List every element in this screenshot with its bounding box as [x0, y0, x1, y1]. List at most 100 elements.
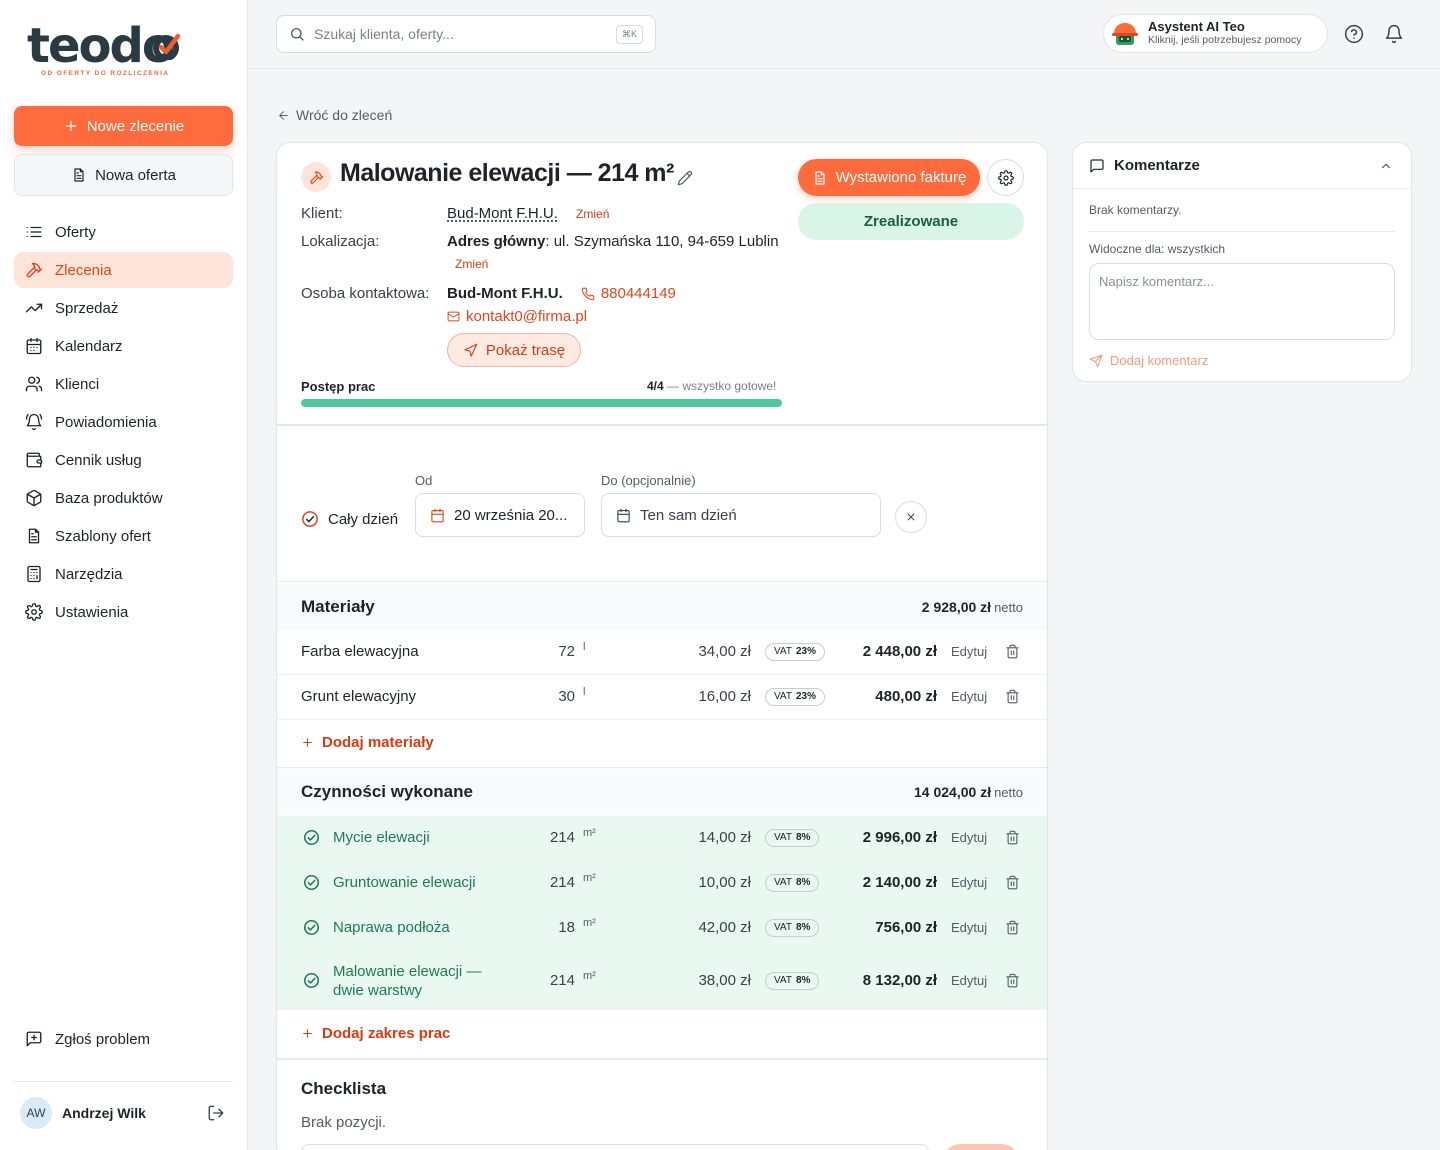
- client-name-link[interactable]: Bud-Mont F.H.U.: [447, 205, 558, 222]
- back-to-orders-link[interactable]: Wróć do zleceń: [277, 107, 392, 123]
- location-address: : ul. Szymańska 110, 94-659 Lublin: [545, 233, 779, 250]
- add-comment-button[interactable]: Dodaj komentarz: [1089, 353, 1208, 368]
- date-from-field[interactable]: 20 września 20...: [415, 493, 585, 537]
- sidebar-item-sales[interactable]: Sprzedaż: [14, 290, 233, 326]
- status-badge[interactable]: Zrealizowane: [798, 203, 1024, 240]
- trending-up-icon: [25, 303, 43, 313]
- show-route-button[interactable]: Pokaż trasę: [447, 333, 581, 367]
- sidebar-item-clients[interactable]: Klienci: [14, 366, 233, 402]
- table-row[interactable]: Malowanie elewacji — dwie warstwy 214 m²…: [277, 951, 1047, 1010]
- bell-icon[interactable]: [1384, 24, 1404, 44]
- item-name: Gruntowanie elewacji: [333, 874, 476, 891]
- logout-icon[interactable]: [207, 1104, 225, 1122]
- sidebar-item-templates[interactable]: Szablony ofert: [14, 518, 233, 554]
- edit-link[interactable]: Edytuj: [951, 689, 987, 704]
- works-total: 14 024,00 zł netto: [914, 784, 1023, 800]
- change-client-link[interactable]: Zmień: [576, 207, 609, 221]
- all-day-toggle[interactable]: Cały dzień: [301, 510, 398, 528]
- table-row[interactable]: Farba elewacyjna 72 l 34,00 zł VAT 23% 2 …: [277, 630, 1047, 675]
- report-problem-label: Zgłoś problem: [55, 1030, 151, 1048]
- checklist-add-button[interactable]: [941, 1144, 1021, 1150]
- sidebar-item-settings[interactable]: Ustawienia: [14, 594, 233, 630]
- new-order-label: Nowe zlecenie: [86, 117, 185, 135]
- check-circle-icon[interactable]: [303, 919, 320, 936]
- trash-icon[interactable]: [1005, 689, 1020, 704]
- edit-link[interactable]: Edytuj: [951, 875, 987, 890]
- avatar[interactable]: AW: [20, 1097, 52, 1129]
- sidebar-item-orders[interactable]: Zlecenia: [14, 252, 233, 288]
- table-row[interactable]: Gruntowanie elewacji 214 m² 10,00 zł VAT…: [277, 861, 1047, 906]
- gear-icon: [997, 169, 1014, 186]
- item-total: 480,00 zł: [875, 688, 937, 705]
- item-price: 16,00 zł: [698, 688, 751, 705]
- new-order-button[interactable]: Nowe zlecenie: [14, 106, 233, 146]
- mail-icon: [447, 311, 460, 322]
- sidebar-item-products[interactable]: Baza produktów: [14, 480, 233, 516]
- trash-icon[interactable]: [1005, 920, 1020, 935]
- sidebar-item-label: Baza produktów: [55, 489, 163, 507]
- comments-empty: Brak komentarzy.: [1089, 203, 1182, 217]
- sidebar-item-tools[interactable]: Narzędzia: [14, 556, 233, 592]
- item-unit: m²: [583, 917, 596, 929]
- table-row[interactable]: Grunt elewacyjny 30 l 16,00 zł VAT 23% 48…: [277, 675, 1047, 720]
- sidebar-item-label: Powiadomienia: [55, 413, 157, 431]
- item-qty: 30: [558, 688, 575, 705]
- comments-divider: [1073, 188, 1411, 189]
- table-row[interactable]: Mycie elewacji 214 m² 14,00 zł VAT 8% 2 9…: [277, 816, 1047, 861]
- sidebar-item-label: Zlecenia: [55, 261, 112, 279]
- comment-textarea[interactable]: Napisz komentarz...: [1089, 263, 1395, 340]
- sidebar-item-calendar[interactable]: Kalendarz: [14, 328, 233, 364]
- add-work-scope-button[interactable]: Dodaj zakres prac: [301, 1025, 450, 1042]
- new-offer-button[interactable]: Nowa oferta: [14, 154, 233, 196]
- clear-dates-button[interactable]: [895, 501, 927, 533]
- item-qty: 18: [558, 919, 575, 936]
- send-icon: [1089, 354, 1103, 367]
- plus-icon: [65, 120, 76, 132]
- contact-name: Bud-Mont F.H.U.: [447, 285, 563, 302]
- checklist-input[interactable]: [301, 1144, 929, 1150]
- sidebar-item-notifications[interactable]: Powiadomienia: [14, 404, 233, 440]
- materials-title: Materiały: [301, 597, 375, 616]
- comments-divider: [1089, 231, 1395, 232]
- order-settings-button[interactable]: [987, 159, 1024, 196]
- contact-phone-link[interactable]: 880444149: [601, 285, 676, 302]
- teodo-logo[interactable]: teodo OD OFERTY DO ROZLICZENIA: [27, 22, 181, 77]
- works-header: Czynności wykonane 14 024,00 zł netto: [277, 769, 1047, 815]
- edit-link[interactable]: Edytuj: [951, 644, 987, 659]
- invoice-label: Wystawiono fakturę: [835, 169, 967, 186]
- comments-header[interactable]: Komentarze: [1089, 157, 1200, 174]
- edit-link[interactable]: Edytuj: [951, 973, 987, 988]
- change-location-link[interactable]: Zmień: [455, 257, 488, 271]
- edit-link[interactable]: Edytuj: [951, 920, 987, 935]
- search-input[interactable]: Szukaj klienta, oferty... ⌘K: [276, 15, 656, 53]
- report-problem-button[interactable]: Zgłoś problem: [25, 1030, 150, 1048]
- progress-bar-fill: [301, 399, 782, 407]
- date-to-field[interactable]: Ten sam dzień: [601, 493, 881, 537]
- search-icon: [291, 28, 304, 41]
- sidebar-item-offers[interactable]: Oferty: [14, 214, 233, 250]
- edit-link[interactable]: Edytuj: [951, 830, 987, 845]
- contact-email-link[interactable]: kontakt0@firma.pl: [466, 308, 587, 325]
- vat-rate: 8%: [795, 832, 811, 843]
- trash-icon[interactable]: [1005, 830, 1020, 845]
- materials-total: 2 928,00 zł netto: [922, 599, 1023, 615]
- vat-rate: 8%: [795, 975, 811, 986]
- check-circle-icon[interactable]: [303, 972, 320, 989]
- table-row[interactable]: Naprawa podłoża 18 m² 42,00 zł VAT 8% 756…: [277, 906, 1047, 951]
- check-circle-icon: [302, 511, 318, 527]
- back-label: Wróć do zleceń: [296, 107, 393, 123]
- sidebar-item-label: Oferty: [55, 223, 96, 241]
- trash-icon[interactable]: [1005, 644, 1020, 659]
- trash-icon[interactable]: [1005, 875, 1020, 890]
- sidebar-item-pricing[interactable]: Cennik usług: [14, 442, 233, 478]
- progress-bar: [301, 399, 782, 407]
- check-circle-icon[interactable]: [303, 829, 320, 846]
- add-materials-button[interactable]: Dodaj materiały: [301, 734, 434, 751]
- chevron-up-icon[interactable]: [1379, 159, 1393, 173]
- check-circle-icon[interactable]: [303, 874, 320, 891]
- pencil-icon[interactable]: [677, 170, 693, 186]
- trash-icon[interactable]: [1005, 973, 1020, 988]
- help-icon[interactable]: [1344, 24, 1364, 44]
- invoice-issued-button[interactable]: Wystawiono fakturę: [798, 159, 980, 196]
- ai-assistant-button[interactable]: Asystent AI Teo Kliknij, jeśli potrzebuj…: [1103, 14, 1328, 53]
